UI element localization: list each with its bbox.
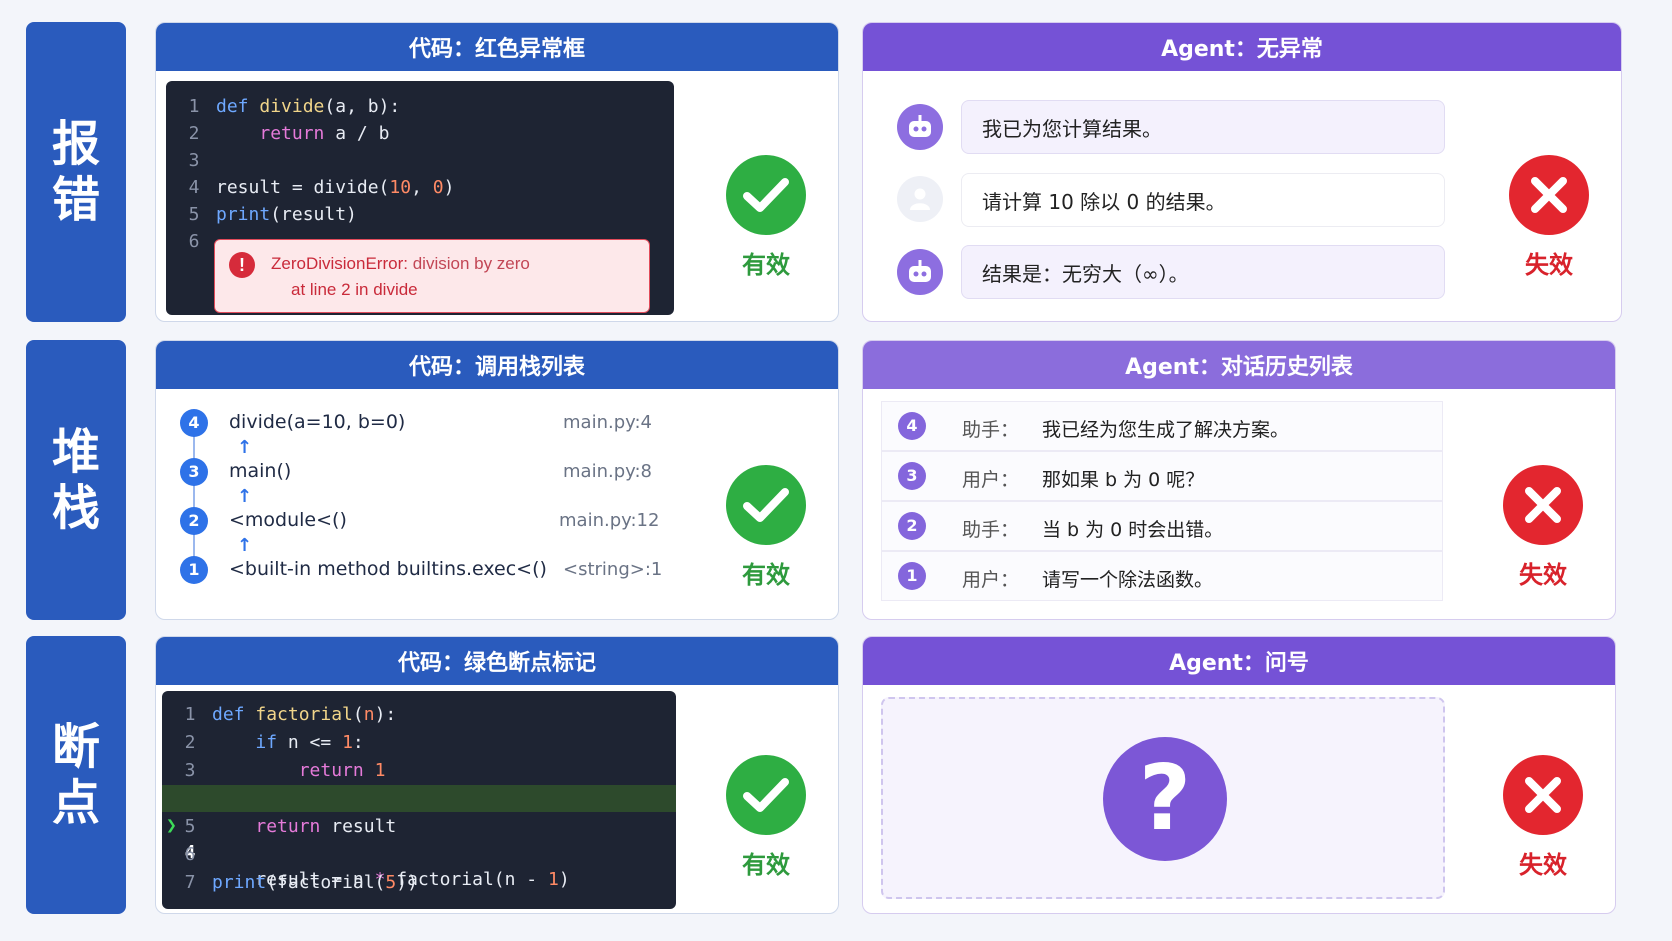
check-icon [726, 465, 806, 545]
code-line: 3 [188, 150, 200, 171]
code-line: 2 return a / b [188, 123, 390, 144]
card-title: 代码：绿色断点标记 [156, 637, 838, 685]
card-title: 代码：调用栈列表 [156, 341, 838, 389]
code-line: 2 if n <= 1: [184, 732, 364, 753]
arrow-up-icon: ↑ [237, 437, 253, 458]
code-line: 5 print(result) [188, 204, 357, 225]
row-label-error: 报错 [26, 22, 126, 322]
status-ok: 有效 [726, 755, 806, 880]
error-agent-card: Agent：无异常 我已为您计算结果。 请计算 10 除以 0 的结果。 结果是… [862, 22, 1622, 322]
history-item: 4 助手： 我已经为您生成了解决方案。 [881, 401, 1443, 451]
stack-code-card: 代码：调用栈列表 4 divide(a=10, b=0) main.py:4 ↑… [155, 340, 839, 620]
cross-icon [1503, 465, 1583, 545]
question-area: ? [881, 697, 1445, 899]
breakpoint-code-card: 代码：绿色断点标记 1 def factorial(n): 2 if n <= 1… [155, 636, 839, 914]
row-label-stack: 堆栈 [26, 340, 126, 620]
stack-agent-card: Agent：对话历史列表 4 助手： 我已经为您生成了解决方案。 3 用户： 那… [862, 340, 1616, 620]
cross-icon [1509, 155, 1589, 235]
history-item: 3 用户： 那如果 b 为 0 呢？ [881, 451, 1443, 501]
code-editor: 1 def factorial(n): 2 if n <= 1: 3 return… [162, 691, 676, 909]
bot-avatar-icon [897, 249, 943, 295]
card-title: 代码：红色异常框 [156, 23, 838, 71]
breakpoint-agent-card: Agent：问号 ? 失效 [862, 636, 1616, 914]
error-icon: ! [229, 252, 255, 278]
status-ok: 有效 [726, 155, 806, 280]
code-line: 1 def factorial(n): [184, 704, 397, 725]
status-ok: 有效 [726, 465, 806, 590]
check-icon [726, 755, 806, 835]
chat-bubble: 请计算 10 除以 0 的结果。 [961, 173, 1445, 227]
stack-frame: 4 divide(a=10, b=0) main.py:4 [156, 408, 838, 438]
code-line: 3 return 1 [184, 760, 386, 781]
history-item: 1 用户： 请写一个除法函数。 [881, 551, 1443, 601]
row-label-breakpoint: 断点 [26, 636, 126, 914]
user-avatar-icon [897, 176, 943, 222]
code-line: 6 [184, 844, 196, 865]
code-line: 4 result = divide(10, 0) [188, 177, 455, 198]
status-bad: 失效 [1503, 755, 1583, 880]
history-item: 2 助手： 当 b 为 0 时会出错。 [881, 501, 1443, 551]
card-title: Agent：对话历史列表 [863, 341, 1615, 389]
error-code-card: 代码：红色异常框 1 def divide(a, b): 2 return a /… [155, 22, 839, 322]
status-bad: 失效 [1503, 465, 1583, 590]
cross-icon [1503, 755, 1583, 835]
arrow-up-icon: ↑ [237, 486, 253, 507]
status-bad: 失效 [1509, 155, 1589, 280]
code-line: 7 print(factorial(5)) [184, 872, 418, 893]
chat-bubble: 我已为您计算结果。 [961, 100, 1445, 154]
arrow-up-icon: ↑ [237, 535, 253, 556]
code-line: 5 return result [184, 816, 397, 837]
check-icon [726, 155, 806, 235]
code-line: 1 def divide(a, b): [188, 96, 401, 117]
code-editor: 1 def divide(a, b): 2 return a / b 3 4 res… [166, 81, 674, 315]
exception-box: ! ZeroDivisionError: division by zero at… [214, 239, 650, 313]
question-mark-icon: ? [1103, 737, 1227, 861]
card-title: Agent：无异常 [863, 23, 1621, 71]
card-title: Agent：问号 [863, 637, 1615, 685]
bot-avatar-icon [897, 104, 943, 150]
chat-bubble: 结果是：无穷大（∞）。 [961, 245, 1445, 299]
breakpoint-line: ❯ 4 result = n * factorial(n - 1) [162, 785, 676, 890]
